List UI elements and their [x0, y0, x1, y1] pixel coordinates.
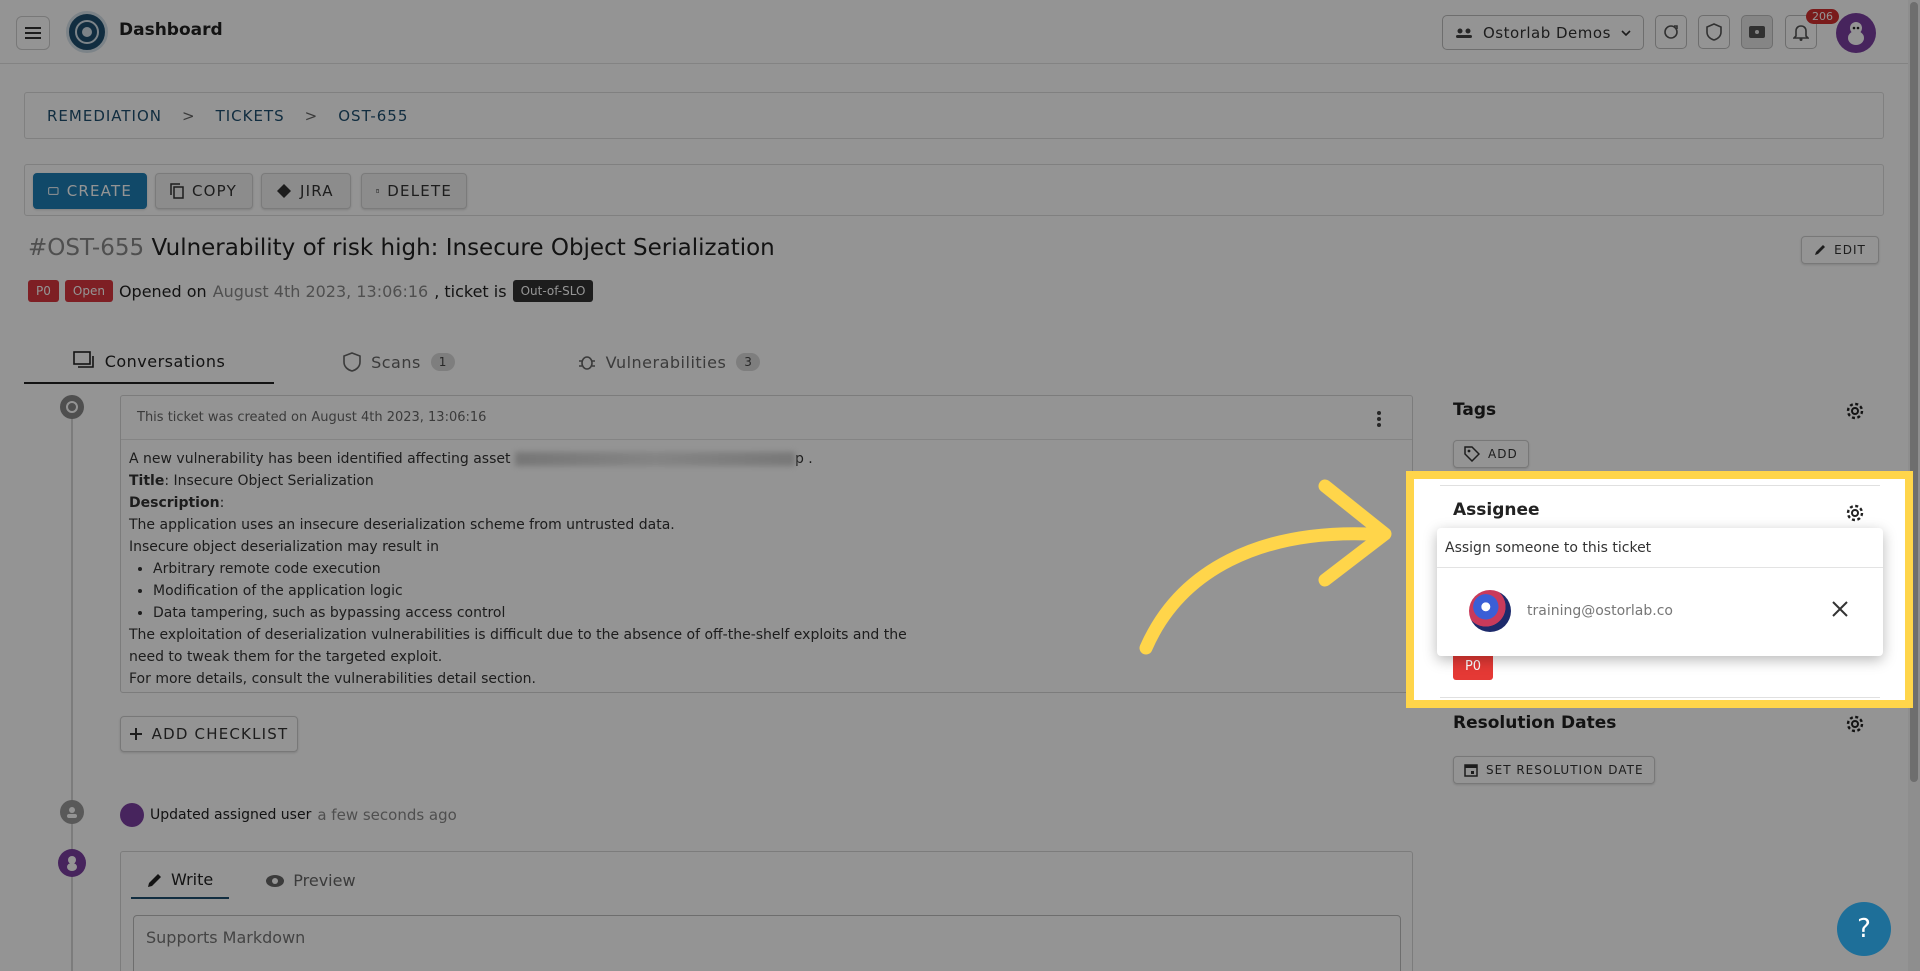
assignee-email: training@ostorlab.co [1527, 603, 1673, 619]
divider [1440, 485, 1880, 486]
assign-prompt: Assign someone to this ticket [1437, 528, 1883, 568]
assignee-title: Assignee [1453, 500, 1540, 520]
gear-icon[interactable] [1844, 502, 1866, 524]
close-icon[interactable] [1831, 600, 1849, 618]
assignee-popover: Assign someone to this ticket training@o… [1437, 528, 1883, 656]
priority-value-badge[interactable]: P0 [1453, 652, 1493, 680]
assignee-option[interactable]: training@ostorlab.co [1469, 590, 1673, 632]
help-button[interactable]: ? [1837, 902, 1891, 956]
pointer-arrow-icon [1139, 479, 1392, 655]
divider [1440, 697, 1880, 698]
avatar [1469, 590, 1511, 632]
